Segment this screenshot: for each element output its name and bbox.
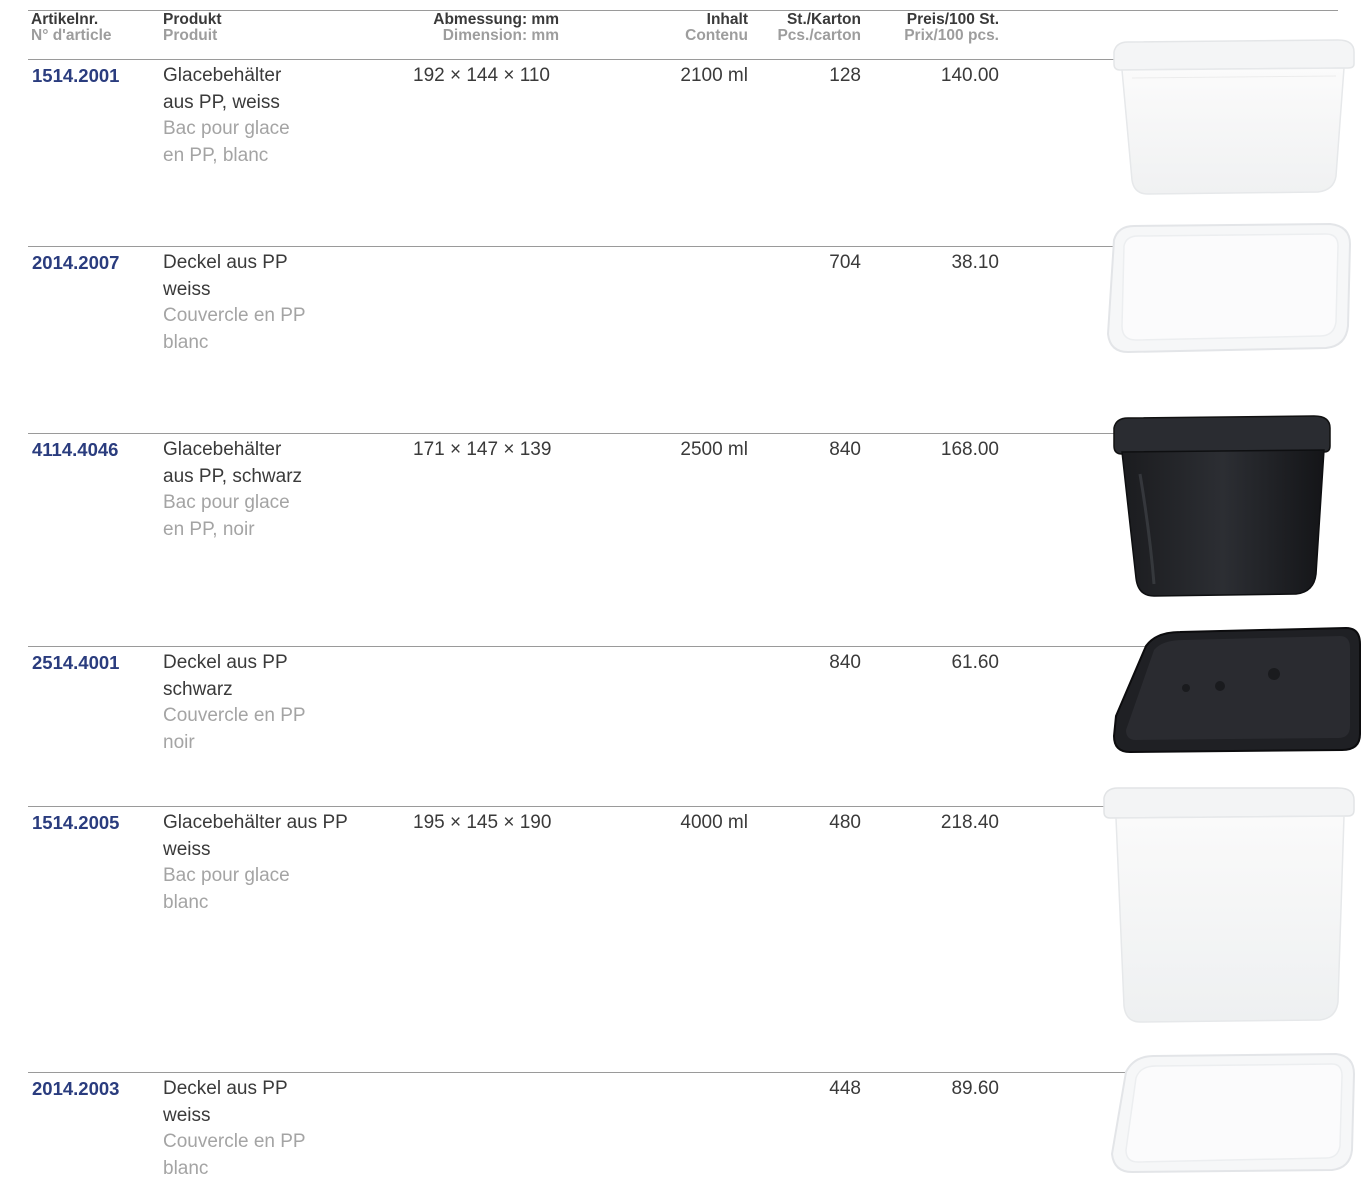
- dimensions: 195 × 145 × 190: [413, 810, 551, 837]
- product-name-fr: Bac pour glace: [163, 116, 290, 143]
- product-name-de-2: aus PP, weiss: [163, 90, 290, 117]
- price-per-100: 38.10: [951, 250, 999, 277]
- dimensions: 171 × 147 × 139: [413, 437, 551, 464]
- article-number: 2514.4001: [32, 650, 119, 677]
- header-dim-de: Abmessung: mm: [433, 12, 559, 28]
- product-name-de-2: weiss: [163, 837, 348, 864]
- product-name-fr-2: blanc: [163, 1156, 306, 1182]
- pieces-per-carton: 840: [829, 437, 861, 464]
- header-qty-de: St./Karton: [777, 12, 861, 28]
- product-name-de: Glacebehälter: [163, 63, 290, 90]
- row-divider: [28, 433, 1225, 434]
- price-per-100: 168.00: [941, 437, 999, 464]
- product-name-de: Deckel aus PP: [163, 250, 306, 277]
- volume: 2100 ml: [680, 63, 748, 90]
- product-name-de: Glacebehälter: [163, 437, 302, 464]
- product-name-de: Deckel aus PP: [163, 650, 306, 677]
- product-name-fr-2: blanc: [163, 330, 306, 357]
- header-prod-fr: Produit: [163, 28, 222, 44]
- header-vol-de: Inhalt: [685, 12, 748, 28]
- price-per-100: 218.40: [941, 810, 999, 837]
- product-name-de-2: aus PP, schwarz: [163, 464, 302, 491]
- header-volume: Inhalt Contenu: [685, 12, 748, 44]
- white-lid-image: [1106, 1050, 1360, 1174]
- product-description: Glacebehälter aus PP weiss Bac pour glac…: [163, 810, 348, 916]
- article-number: 4114.4046: [32, 437, 118, 464]
- white-tub-image: [1108, 38, 1360, 198]
- article-number: 2014.2007: [32, 250, 119, 277]
- header-prod-de: Produkt: [163, 12, 222, 28]
- product-description: Glacebehälter aus PP, weiss Bac pour gla…: [163, 63, 290, 169]
- product-name-fr: Bac pour glace: [163, 490, 302, 517]
- product-name-de: Glacebehälter aus PP: [163, 810, 348, 837]
- pieces-per-carton: 128: [829, 63, 861, 90]
- product-name-de-2: weiss: [163, 1103, 306, 1130]
- product-name-fr: Bac pour glace: [163, 863, 348, 890]
- row-divider: [28, 806, 1225, 807]
- white-lid-image: [1098, 222, 1360, 356]
- product-name-fr-2: en PP, blanc: [163, 143, 290, 170]
- header-art-de: Artikelnr.: [31, 12, 112, 28]
- header-art-fr: N° d'article: [31, 28, 112, 44]
- black-tub-image: [1110, 414, 1335, 598]
- row-divider: [28, 1072, 1225, 1073]
- dimensions: 192 × 144 × 110: [413, 63, 550, 90]
- product-description: Glacebehälter aus PP, schwarz Bac pour g…: [163, 437, 302, 543]
- header-quantity: St./Karton Pcs./carton: [777, 12, 861, 44]
- volume: 2500 ml: [680, 437, 748, 464]
- header-dim-fr: Dimension: mm: [433, 28, 559, 44]
- pieces-per-carton: 448: [829, 1076, 861, 1103]
- product-name-fr-2: noir: [163, 730, 306, 757]
- product-name-de-2: schwarz: [163, 677, 306, 704]
- row-divider: [28, 246, 1225, 247]
- price-per-100: 140.00: [941, 63, 999, 90]
- product-name-fr-2: blanc: [163, 890, 348, 917]
- white-tall-tub-image: [1098, 786, 1360, 1026]
- price-per-100: 61.60: [951, 650, 999, 677]
- article-number: 1514.2001: [32, 63, 119, 90]
- article-number: 2014.2003: [32, 1076, 119, 1103]
- product-name-fr: Couvercle en PP: [163, 703, 306, 730]
- header-article-number: Artikelnr. N° d'article: [31, 12, 112, 44]
- volume: 4000 ml: [680, 810, 748, 837]
- product-description: Deckel aus PP weiss Couvercle en PP blan…: [163, 1076, 306, 1182]
- header-vol-fr: Contenu: [685, 28, 748, 44]
- row-divider: [28, 59, 1225, 60]
- header-price-de: Preis/100 St.: [904, 12, 999, 28]
- header-qty-fr: Pcs./carton: [777, 28, 861, 44]
- product-name-fr: Couvercle en PP: [163, 1129, 306, 1156]
- row-divider: [28, 646, 1225, 647]
- header-price: Preis/100 St. Prix/100 pcs.: [904, 12, 999, 44]
- pieces-per-carton: 840: [829, 650, 861, 677]
- product-description: Deckel aus PP weiss Couvercle en PP blan…: [163, 250, 306, 356]
- product-name-de: Deckel aus PP: [163, 1076, 306, 1103]
- pieces-per-carton: 480: [829, 810, 861, 837]
- pieces-per-carton: 704: [829, 250, 861, 277]
- header-product: Produkt Produit: [163, 12, 222, 44]
- price-per-100: 89.60: [951, 1076, 999, 1103]
- product-name-fr: Couvercle en PP: [163, 303, 306, 330]
- header-dimension: Abmessung: mm Dimension: mm: [433, 12, 559, 44]
- article-number: 1514.2005: [32, 810, 119, 837]
- product-name-fr-2: en PP, noir: [163, 517, 302, 544]
- header-price-fr: Prix/100 pcs.: [904, 28, 999, 44]
- top-rule: [28, 10, 1338, 11]
- product-description: Deckel aus PP schwarz Couvercle en PP no…: [163, 650, 306, 756]
- product-name-de-2: weiss: [163, 277, 306, 304]
- black-lid-image: [1110, 626, 1365, 756]
